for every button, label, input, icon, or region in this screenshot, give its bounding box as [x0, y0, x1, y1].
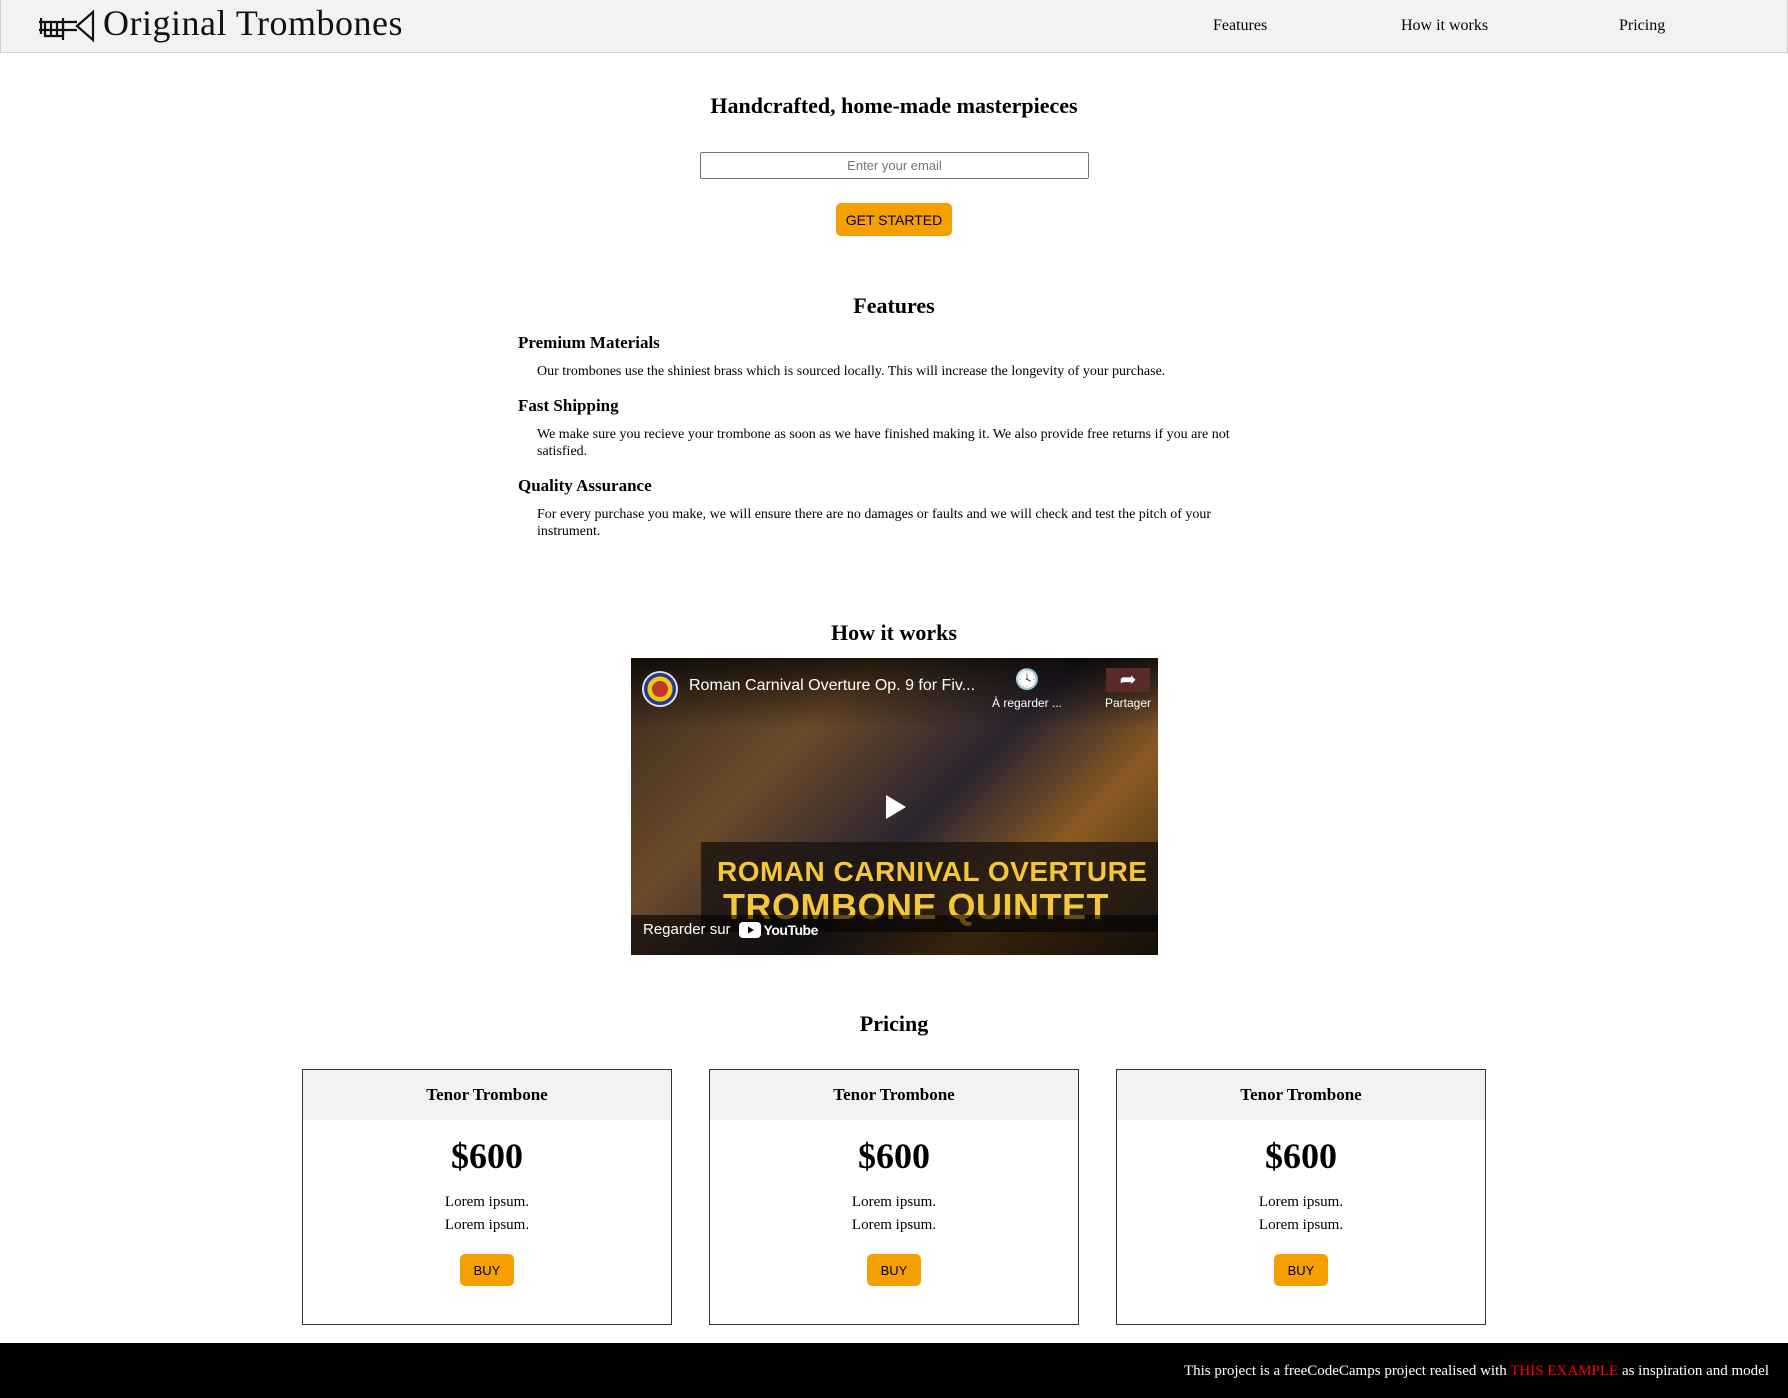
card-product-name: Tenor Trombone — [1117, 1070, 1485, 1120]
card-feature-line: Lorem ipsum. — [851, 1194, 937, 1210]
card-price: $600 — [451, 1136, 523, 1176]
feature-heading: Quality Assurance — [518, 476, 652, 495]
youtube-play-icon — [738, 921, 761, 938]
share-label: Partager — [1104, 696, 1152, 710]
hero-title: Handcrafted, home-made masterpieces — [710, 93, 1078, 118]
video-banner-line1: ROMAN CARNIVAL OVERTURE — [717, 856, 1148, 887]
feature-item: Fast Shipping We make sure you recieve y… — [518, 396, 1278, 460]
card-price: $600 — [858, 1136, 930, 1176]
site-footer: This project is a freeCodeCamps project … — [0, 1343, 1788, 1398]
nav-link-pricing[interactable]: Pricing — [1619, 17, 1665, 35]
feature-text: Our trombones use the shiniest brass whi… — [537, 364, 1166, 379]
features-list: Premium Materials Our trombones use the … — [518, 333, 1278, 556]
watch-on-label: Regarder sur — [643, 921, 731, 938]
pricing-title: Pricing — [859, 1011, 929, 1036]
buy-button[interactable]: BUY — [867, 1254, 921, 1286]
card-feature-line: Lorem ipsum. — [851, 1217, 937, 1233]
youtube-wordmark: YouTube — [763, 921, 819, 938]
watch-on-youtube-link[interactable]: Regarder sur YouTube — [643, 921, 818, 938]
how-it-works-title: How it works — [831, 620, 957, 645]
card-feature-line: Lorem ipsum. — [1258, 1194, 1344, 1210]
buy-button[interactable]: BUY — [1274, 1254, 1328, 1286]
feature-heading: Premium Materials — [518, 333, 660, 352]
footer-example-link[interactable]: THIS EXAMPLE — [1510, 1363, 1618, 1379]
video-title[interactable]: Roman Carnival Overture Op. 9 for Fiv... — [689, 677, 975, 695]
nav-link-how-it-works[interactable]: How it works — [1401, 17, 1488, 35]
site-header: Original Trombones Features How it works… — [0, 0, 1788, 53]
card-product-name: Tenor Trombone — [710, 1070, 1078, 1120]
card-product-name: Tenor Trombone — [303, 1070, 671, 1120]
feature-text: We make sure you recieve your trombone a… — [537, 427, 1230, 459]
watch-later-label: À regarder ... — [991, 696, 1063, 710]
feature-heading: Fast Shipping — [518, 396, 619, 415]
play-icon[interactable] — [874, 787, 914, 827]
get-started-button[interactable]: GET STARTED — [836, 203, 952, 236]
footer-prefix: This project is a freeCodeCamps project … — [1183, 1363, 1507, 1379]
footer-suffix: as inspiration and model — [1621, 1363, 1769, 1379]
main-nav: Features How it works Pricing — [1, 0, 1787, 53]
footer-text: This project is a freeCodeCamps project … — [1184, 1363, 1769, 1380]
card-feature-line: Lorem ipsum. — [444, 1217, 530, 1233]
feature-text: For every purchase you make, we will ens… — [537, 507, 1212, 539]
share-button[interactable]: ➦ Partager — [1088, 668, 1158, 710]
pricing-card: Tenor Trombone $600 Lorem ipsum. Lorem i… — [709, 1069, 1079, 1325]
clock-icon: 🕓 — [1014, 669, 1040, 691]
email-input[interactable] — [700, 152, 1089, 179]
pricing-card: Tenor Trombone $600 Lorem ipsum. Lorem i… — [302, 1069, 672, 1325]
features-title: Features — [853, 293, 935, 318]
nav-link-features[interactable]: Features — [1213, 17, 1267, 35]
channel-avatar-icon[interactable] — [642, 671, 678, 707]
video-player[interactable]: Roman Carnival Overture Op. 9 for Fiv...… — [631, 658, 1158, 955]
card-price: $600 — [1265, 1136, 1337, 1176]
card-feature-line: Lorem ipsum. — [444, 1194, 530, 1210]
feature-item: Quality Assurance For every purchase you… — [518, 476, 1278, 540]
feature-item: Premium Materials Our trombones use the … — [518, 333, 1278, 380]
watch-later-button[interactable]: 🕓 À regarder ... — [987, 668, 1067, 710]
card-feature-line: Lorem ipsum. — [1258, 1217, 1344, 1233]
buy-button[interactable]: BUY — [460, 1254, 514, 1286]
youtube-logo: YouTube — [738, 921, 819, 938]
pricing-card: Tenor Trombone $600 Lorem ipsum. Lorem i… — [1116, 1069, 1486, 1325]
share-arrow-icon: ➦ — [1106, 668, 1150, 692]
